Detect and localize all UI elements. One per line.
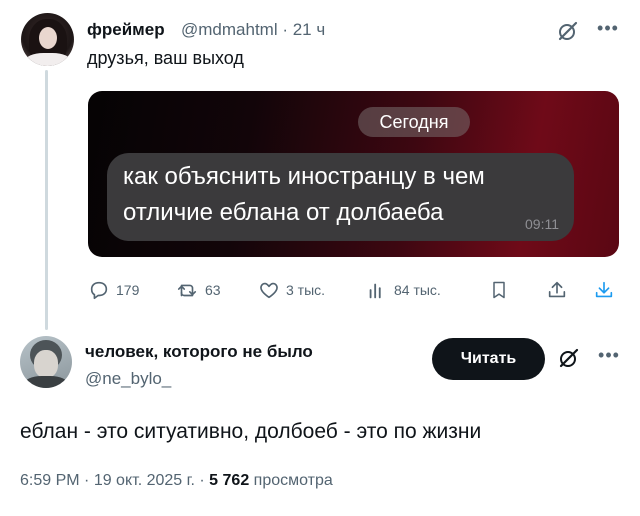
grok-icon[interactable] (556, 19, 580, 43)
message-line: как объяснить иностранцу в чем (123, 163, 485, 190)
author-name[interactable]: человек, которого не было (85, 342, 313, 362)
share-icon (548, 281, 566, 298)
repost-button[interactable]: 63 (175, 279, 221, 301)
views-label: просмотра (253, 472, 333, 489)
like-icon (260, 282, 278, 299)
tweet-text: еблан - это ситуативно, долбоеб - это по… (20, 420, 482, 443)
reply-icon (90, 281, 108, 300)
tweet-time[interactable]: 6:59 PM (20, 472, 80, 489)
tweet-meta: 6:59 PM · 19 окт. 2025 г. · 5 762 просмо… (20, 472, 333, 490)
thread-line (45, 70, 48, 330)
message-line: отличие еблана от долбаеба (123, 199, 444, 226)
reply-button[interactable]: 179 (88, 279, 139, 301)
views-count: 84 тыс. (394, 282, 441, 298)
tweet-text: друзья, ваш выход (87, 48, 244, 68)
separator-dot: · (79, 472, 94, 489)
author-name[interactable]: фреймер (87, 20, 165, 40)
download-button[interactable] (593, 279, 621, 301)
date-pill: Сегодня (358, 107, 470, 137)
author-handle-and-time[interactable]: @mdmahtml · 21 ч (181, 20, 325, 40)
avatar[interactable] (21, 13, 74, 66)
share-button[interactable] (546, 279, 574, 301)
message-bubble: как объяснить иностранцу в чем отличие е… (107, 153, 574, 241)
grok-icon[interactable] (557, 346, 581, 370)
avatar[interactable] (20, 336, 72, 388)
more-icon[interactable]: ••• (597, 345, 621, 369)
author-handle[interactable]: @mdmahtml (181, 20, 278, 39)
separator-dot: · (277, 20, 293, 39)
like-button[interactable]: 3 тыс. (258, 279, 325, 301)
like-count: 3 тыс. (286, 282, 326, 298)
bookmark-button[interactable] (489, 279, 515, 301)
reply-count: 179 (116, 282, 140, 298)
repost-icon (177, 284, 197, 297)
views-icon (369, 283, 381, 299)
repost-count: 63 (205, 282, 221, 298)
bookmark-icon (493, 281, 505, 299)
views-button[interactable]: 84 тыс. (366, 279, 441, 301)
media-image[interactable]: Сегодня как объяснить иностранцу в чем о… (88, 91, 619, 257)
tweet-date[interactable]: 19 окт. 2025 г. (94, 472, 195, 489)
message-time: 09:11 (525, 216, 559, 232)
separator-dot: · (194, 472, 210, 489)
author-handle[interactable]: @ne_bylo_ (85, 369, 171, 389)
tweet-age[interactable]: 21 ч (293, 20, 326, 39)
more-icon[interactable]: ••• (596, 18, 620, 42)
download-icon (595, 281, 613, 298)
follow-button[interactable]: Читать (432, 338, 545, 380)
views-count: 5 762 (209, 472, 250, 489)
